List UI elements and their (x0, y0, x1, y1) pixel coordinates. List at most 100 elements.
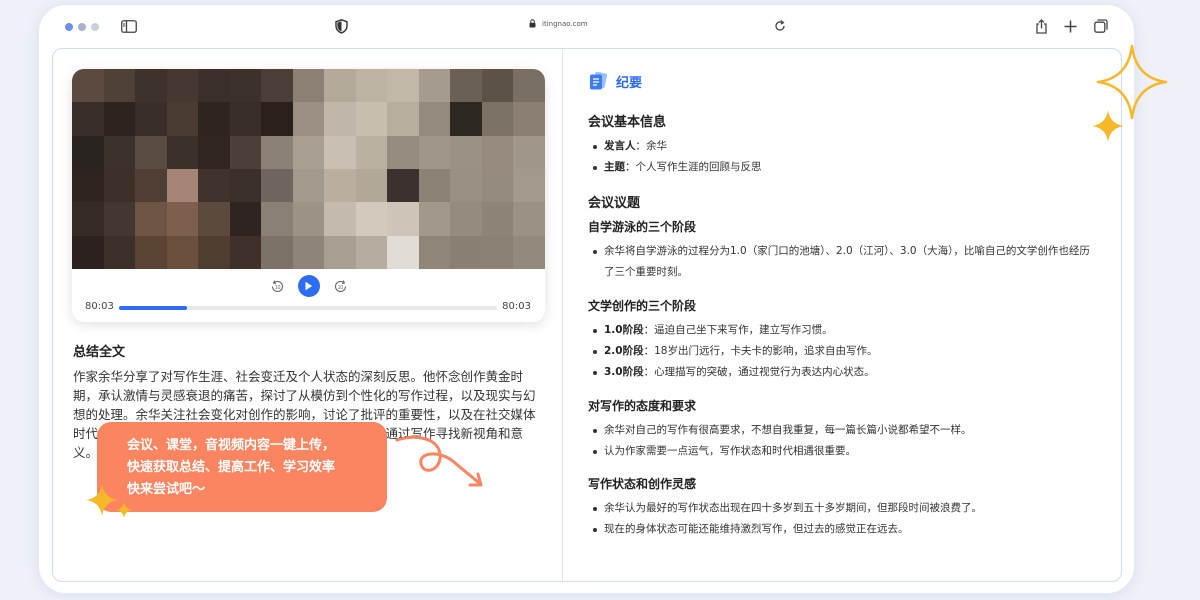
rewind-icon: 10 (271, 279, 283, 292)
svg-text:10: 10 (337, 285, 343, 291)
list-item: 现在的身体状态可能还能维持激烈写作，但过去的感觉正在远去。 (588, 519, 1098, 540)
video-mosaic-cell (324, 102, 356, 136)
video-mosaic-cell (103, 168, 136, 203)
tabs-overview-icon[interactable] (1091, 16, 1111, 36)
item-label: 主题 (604, 161, 625, 173)
video-mosaic-cell (135, 235, 167, 269)
list-item: 认为作家需要一点运气，写作状态和时代相遇很重要。 (588, 441, 1098, 462)
window-dots (65, 23, 99, 31)
video-mosaic-cell (229, 202, 262, 236)
list-item: 主题：个人写作生涯的回顾与反思 (588, 157, 1098, 178)
forward-icon: 10 (334, 279, 346, 292)
video-mosaic-cell (513, 69, 545, 103)
video-mosaic-cell (387, 135, 419, 169)
topic-heading: 写作状态和创作灵感 (588, 477, 697, 491)
video-mosaic-cell (135, 69, 167, 103)
forward-10-button[interactable]: 10 (332, 278, 349, 295)
video-mosaic-cell (103, 135, 136, 169)
video-mosaic-cell (135, 168, 167, 203)
play-button[interactable] (297, 275, 320, 297)
video-mosaic-cell (450, 135, 482, 169)
video-mosaic-cell (387, 69, 419, 103)
video-mosaic-cell (355, 69, 388, 103)
window-dot[interactable] (91, 23, 99, 31)
video-mosaic-cell (229, 168, 262, 203)
share-icon[interactable] (1031, 16, 1051, 36)
item-text: 认为作家需要一点运气，写作状态和时代相遇很重要。 (604, 445, 856, 457)
video-frame[interactable] (72, 69, 545, 269)
sidebar-icon[interactable] (119, 16, 139, 36)
video-mosaic-cell (261, 168, 293, 203)
video-mosaic-cell (72, 102, 104, 136)
video-mosaic-cell (198, 235, 230, 269)
video-mosaic-cell (229, 102, 262, 136)
promo-banner[interactable]: 会议、课堂，音视频内容一键上传， 快速获取总结、提高工作、学习效率 快来尝试吧～ (97, 422, 387, 512)
video-mosaic-cell (513, 135, 545, 169)
video-mosaic-cell (355, 102, 388, 136)
reload-icon[interactable] (770, 16, 790, 36)
video-mosaic-cell (166, 235, 199, 269)
video-mosaic-cell (387, 168, 419, 203)
window-dot[interactable] (65, 23, 73, 31)
video-mosaic-cell (481, 135, 514, 169)
curly-arrow-icon (395, 435, 483, 487)
video-mosaic-cell (198, 135, 230, 169)
item-label: 发言人 (604, 140, 636, 152)
video-mosaic-cell (261, 235, 293, 269)
topics-heading: 会议议题 (588, 196, 641, 211)
video-mosaic-cell (387, 202, 419, 236)
video-mosaic-cell (513, 102, 545, 136)
sparkle-icon (1092, 44, 1168, 142)
svg-text:10: 10 (274, 285, 280, 291)
address-bar[interactable]: itingnao.com (529, 19, 588, 28)
item-text: ：个人写作生涯的回顾与反思 (625, 161, 762, 173)
video-mosaic-cell (450, 69, 482, 103)
video-mosaic-cell (418, 202, 451, 236)
video-mosaic-cell (324, 135, 356, 169)
new-tab-icon[interactable] (1060, 16, 1080, 36)
video-mosaic-cell (481, 102, 514, 136)
video-mosaic-cell (355, 168, 388, 203)
item-text: 现在的身体状态可能还能维持激烈写作，但过去的感觉正在远去。 (604, 523, 909, 535)
video-mosaic-cell (229, 135, 262, 169)
video-mosaic-cell (450, 168, 482, 203)
video-mosaic-cell (198, 102, 230, 136)
summary-title: 总结全文 (73, 345, 126, 360)
topic-list: 余华认为最好的写作状态出现在四十多岁到五十多岁期间，但那段时间被浪费了。现在的身… (588, 498, 1098, 540)
topic-section: 自学游泳的三个阶段 余华将自学游泳的过程分为1.0（家门口的池塘）、2.0（江河… (588, 218, 1098, 283)
video-mosaic-cell (198, 202, 230, 236)
rewind-10-button[interactable]: 10 (269, 278, 286, 295)
list-item: 余华认为最好的写作状态出现在四十多岁到五十多岁期间，但那段时间被浪费了。 (588, 498, 1098, 519)
video-mosaic-cell (229, 69, 262, 103)
url-text: itingnao.com (542, 19, 588, 28)
player-controls: 10 10 80:03 80:03 (72, 269, 545, 322)
total-time: 80:03 (502, 301, 531, 312)
video-mosaic-cell (418, 168, 451, 203)
topic-list: 余华对自己的写作有很高要求，不想自我重复，每一篇长篇小说都希望不一样。 认为作家需… (588, 420, 1098, 462)
topic-list: 余华将自学游泳的过程分为1.0（家门口的池塘）、2.0（江河）、3.0（大海），… (588, 241, 1098, 283)
video-mosaic-cell (355, 135, 388, 169)
list-item: 发言人：余华 (588, 136, 1098, 157)
progress-bar[interactable] (119, 306, 497, 310)
video-mosaic-cell (261, 135, 293, 169)
video-mosaic-cell (166, 168, 199, 203)
video-mosaic-cell (292, 202, 325, 236)
list-item: 3.0阶段：心理描写的突破，通过视觉行为表达内心状态。 (588, 362, 1098, 383)
video-mosaic-cell (513, 168, 545, 203)
video-mosaic-cell (229, 235, 262, 269)
video-mosaic-cell (292, 102, 325, 136)
shield-icon[interactable] (331, 16, 351, 36)
video-mosaic-cell (103, 235, 136, 269)
video-mosaic-cell (72, 69, 104, 103)
topic-list: 1.0阶段：逼迫自己坐下来写作，建立写作习惯。 2.0阶段：18岁出门远行，卡夫卡… (588, 320, 1098, 383)
video-mosaic-cell (103, 69, 136, 103)
video-mosaic-cell (513, 235, 545, 269)
item-text: ：余华 (635, 140, 668, 152)
video-mosaic-cell (72, 235, 104, 269)
sparkle-icon (86, 484, 132, 518)
topic-section: 写作状态和创作灵感 余华认为最好的写作状态出现在四十多岁到五十多岁期间，但那段时… (588, 475, 1098, 540)
video-mosaic-cell (166, 102, 199, 136)
video-mosaic-cell (450, 235, 482, 269)
video-mosaic-cell (166, 135, 199, 169)
window-dot[interactable] (78, 23, 86, 31)
